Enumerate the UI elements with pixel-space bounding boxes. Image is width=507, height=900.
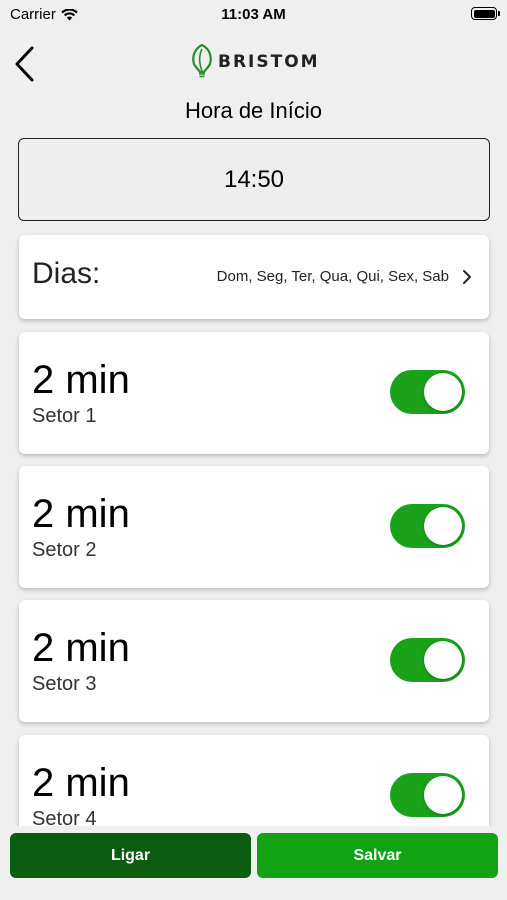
toggle-knob xyxy=(424,373,462,411)
sector-toggle[interactable] xyxy=(390,504,465,548)
sector-duration[interactable]: 2 min xyxy=(32,358,130,402)
toggle-knob xyxy=(424,641,462,679)
sector-card: 2 min Setor 2 xyxy=(19,466,489,588)
toggle-knob xyxy=(424,776,462,814)
start-time-field[interactable]: 14:50 xyxy=(18,138,490,221)
ligar-button[interactable]: Ligar xyxy=(10,833,251,878)
chevron-left-icon xyxy=(15,46,34,82)
sector-name: Setor 3 xyxy=(32,673,97,695)
sector-name: Setor 1 xyxy=(32,405,97,427)
salvar-button[interactable]: Salvar xyxy=(257,833,498,878)
days-selector[interactable]: Dias: Dom, Seg, Ter, Qua, Qui, Sex, Sab xyxy=(19,235,489,319)
logo-text: BRISTOM xyxy=(218,52,320,72)
sector-name: Setor 2 xyxy=(32,539,97,561)
sector-card: 2 min Setor 3 xyxy=(19,600,489,722)
status-time: 11:03 AM xyxy=(221,6,286,23)
days-label: Dias: xyxy=(32,257,101,290)
start-time-value: 14:50 xyxy=(223,165,285,193)
sector-toggle[interactable] xyxy=(390,773,465,817)
sector-duration[interactable]: 2 min xyxy=(32,626,130,670)
back-button[interactable] xyxy=(8,40,48,86)
sector-card: 2 min Setor 1 xyxy=(19,332,489,454)
status-bar: Carrier 11:03 AM xyxy=(0,0,507,30)
days-value: Dom, Seg, Ter, Qua, Qui, Sex, Sab xyxy=(216,268,449,285)
page-title: Hora de Início xyxy=(185,98,322,123)
sector-duration[interactable]: 2 min xyxy=(32,761,130,805)
sector-toggle[interactable] xyxy=(390,638,465,682)
leaf-bulb-icon xyxy=(192,43,212,78)
toggle-knob xyxy=(424,507,462,545)
sector-duration[interactable]: 2 min xyxy=(32,492,130,536)
chevron-right-icon xyxy=(463,270,471,284)
sector-toggle[interactable] xyxy=(390,370,465,414)
battery-icon xyxy=(471,7,500,20)
brand-logo: BRISTOM xyxy=(189,42,320,82)
